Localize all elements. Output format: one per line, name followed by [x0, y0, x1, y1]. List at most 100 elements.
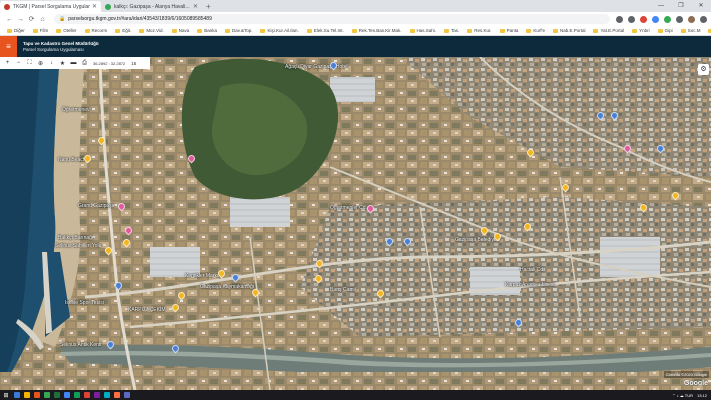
bookmark-item[interactable]: Recorm [82, 28, 111, 33]
bookmark-item[interactable]: gearvisor [705, 28, 711, 33]
folder-icon [225, 28, 231, 33]
bookmark-item[interactable]: Ynbri [629, 28, 653, 33]
zoom-out-button[interactable]: − [13, 60, 24, 66]
folder-icon [197, 28, 203, 33]
bookmark-item[interactable]: Oteller [53, 28, 79, 33]
extension-icon[interactable] [652, 15, 659, 23]
bookmark-item[interactable]: Elek.Su.Tel.Int. [304, 28, 347, 33]
folder-icon [171, 28, 177, 33]
map-label: Nanu Beach [58, 157, 86, 163]
zoom-in-button[interactable]: + [2, 60, 13, 66]
folder-icon [632, 28, 638, 33]
bookmark-label: Oteller [63, 28, 77, 33]
browser-toolbar: ← → ⟳ ⌂ 🔒 parselsorgu.tkgm.gov.tr/#ara/i… [0, 12, 711, 26]
bookmark-item[interactable]: Gipi [655, 28, 676, 33]
home-button[interactable]: ⌂ [37, 16, 48, 23]
measure-button[interactable]: ▬ [68, 60, 79, 66]
satellite-imagery [0, 57, 711, 390]
taskbar-app-icon[interactable] [112, 390, 122, 400]
map-label: Öğretmenler Cd. [330, 205, 367, 211]
bookmark-item[interactable]: Eğit. [112, 28, 134, 33]
folder-icon [260, 28, 266, 33]
reload-button[interactable]: ⟳ [26, 15, 37, 23]
star-icon[interactable] [628, 15, 635, 23]
app-glyph-icon [54, 392, 60, 398]
bookmark-label: Elek.Su.Tel.Int. [313, 28, 344, 33]
tab-flights[interactable]: kalkçı: Gazipaşa - Alanya Havali... ✕ [101, 1, 202, 12]
bookmark-item[interactable]: Dav.&Top. [222, 28, 255, 33]
close-icon[interactable]: ✕ [92, 3, 97, 10]
taskbar-app-icon[interactable] [102, 390, 112, 400]
folder-icon [115, 28, 121, 33]
bookmark-item[interactable]: Yat.E.Portal [590, 28, 627, 33]
bookmark-item[interactable]: Res.Kur. [464, 28, 494, 33]
new-tab-button[interactable]: + [206, 1, 211, 12]
tab-parsel-sorgu[interactable]: TKGM | Parsel Sorgulama Uygulama ✕ [0, 1, 101, 12]
map-label: Grand Gazipaşa [78, 203, 115, 209]
close-window-button[interactable]: ✕ [691, 0, 711, 12]
kebab-menu-icon[interactable] [700, 15, 707, 23]
clock[interactable]: 13:12 [697, 393, 707, 398]
settings-gear-icon[interactable]: ⚙ [698, 64, 709, 75]
maximize-button[interactable]: ❐ [671, 0, 691, 12]
tray-icons[interactable]: ⌃ ♪ ☁ TUR [672, 393, 693, 398]
download-button[interactable]: ↓ [46, 60, 57, 66]
bookmark-item[interactable]: Kişi.Kur.Ail.Ilan. [257, 28, 301, 33]
address-bar[interactable]: 🔒 parselsorgu.tkgm.gov.tr/#ara/idari/435… [54, 14, 610, 24]
close-icon[interactable]: ✕ [193, 3, 198, 10]
favorite-button[interactable]: ★ [57, 60, 68, 67]
forward-button[interactable]: → [15, 16, 26, 23]
bookmark-item[interactable]: Banka [194, 28, 220, 33]
taskbar-app-icon[interactable] [42, 390, 52, 400]
bookmark-item[interactable]: Nab.E.Portal [550, 28, 589, 33]
map-label: Selinus Sahilleri Yolu [55, 243, 102, 249]
back-button[interactable]: ← [4, 16, 15, 23]
bookmark-label: Recorm [91, 28, 108, 33]
coordinate-readout: 36.2892 : 32.2872 [93, 60, 126, 66]
folder-icon [657, 28, 663, 33]
bookmark-item[interactable]: Rek.Tes.Bas.Kir.Mak. [349, 28, 405, 33]
extension-icon[interactable] [640, 15, 647, 23]
map-label: Karpuz Anadolu Lisesi [505, 282, 555, 288]
fullscreen-button[interactable]: ⛶ [24, 60, 35, 67]
taskbar-app-icon[interactable] [12, 390, 22, 400]
bookmark-item[interactable]: Soc.M [678, 28, 704, 33]
zoom-level: 15 [131, 60, 137, 66]
bookmark-item[interactable]: Nava [169, 28, 193, 33]
taskbar-app-icon[interactable] [92, 390, 102, 400]
bookmark-item[interactable]: Tas. [441, 28, 462, 33]
taskbar-app-icon[interactable] [22, 390, 32, 400]
puzzle-icon[interactable] [676, 15, 683, 23]
tkgm-favicon-icon [4, 3, 10, 10]
bookmark-label: Dav.&Top. [232, 28, 253, 33]
taskbar-app-icon[interactable] [122, 390, 132, 400]
location-icon[interactable] [616, 15, 623, 23]
bookmark-item[interactable]: Film [30, 28, 52, 33]
map-label: Gazipaşa Kaymakamlığı [200, 284, 255, 290]
start-button[interactable]: ⊞ [0, 392, 12, 399]
extension-icon[interactable] [664, 15, 671, 23]
bookmark-item[interactable]: Kurf'e [523, 28, 548, 33]
bookmark-item[interactable]: Diğer [4, 28, 28, 33]
map-label: Iskele Spor Tesisi [65, 300, 104, 306]
print-button[interactable]: ⎙ [79, 60, 90, 67]
satellite-map[interactable]: Ağaçlı Diyar Gazipaşa Hotel Öğretmenevi … [0, 57, 711, 390]
taskbar-app-icon[interactable] [82, 390, 92, 400]
avatar[interactable] [688, 15, 695, 23]
bookmark-item[interactable]: Has.Sahi. [407, 28, 440, 33]
bookmark-label: Res.Kur. [474, 28, 492, 33]
bookmark-item[interactable]: Panta [497, 28, 522, 33]
taskbar-app-icon[interactable] [32, 390, 42, 400]
menu-button[interactable]: ≡ [0, 36, 17, 57]
folder-icon [32, 28, 38, 33]
locate-button[interactable]: ⊕ [35, 60, 46, 67]
bookmark-item[interactable]: Moz.Vid. [136, 28, 166, 33]
folder-icon [351, 28, 357, 33]
minimize-button[interactable]: — [651, 0, 671, 12]
taskbar-app-icon[interactable] [62, 390, 72, 400]
bookmark-label: Kişi.Kur.Ail.Ilan. [267, 28, 299, 33]
taskbar-app-icon[interactable] [72, 390, 82, 400]
app-glyph-icon [24, 392, 30, 398]
hamburger-icon: ≡ [6, 42, 11, 51]
taskbar-app-icon[interactable] [52, 390, 62, 400]
